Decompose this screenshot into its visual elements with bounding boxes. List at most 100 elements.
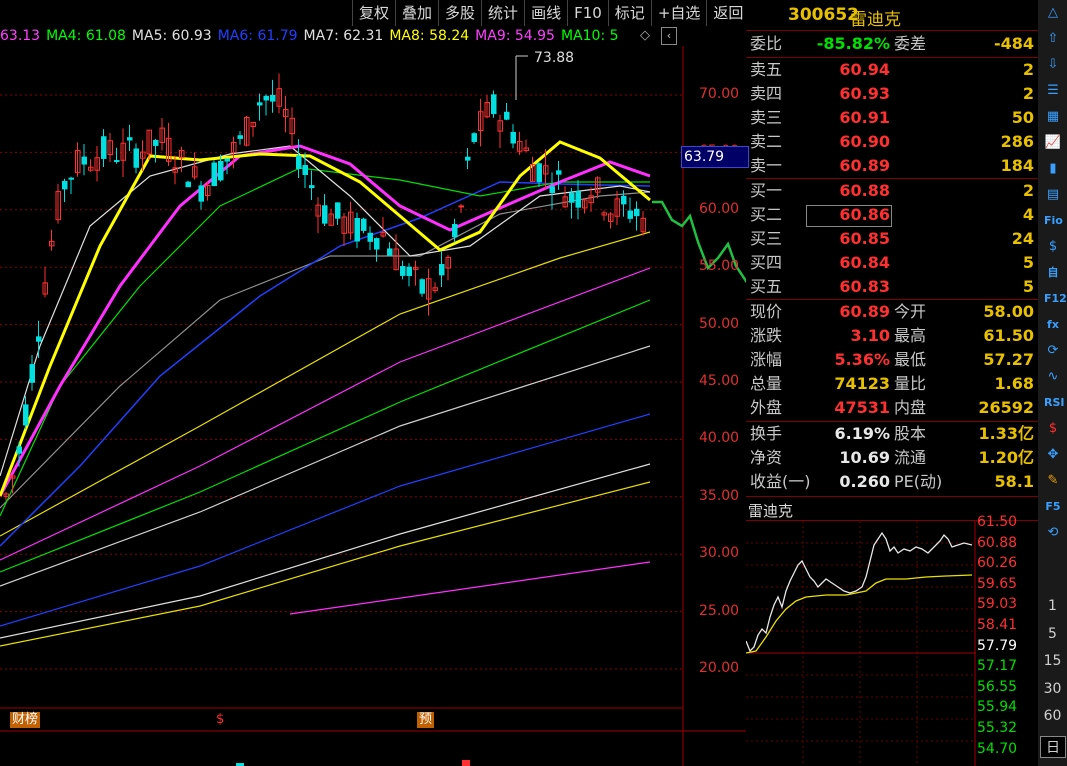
period-button[interactable]: 1	[1038, 598, 1067, 614]
arrow-down-icon[interactable]: ⇩	[1044, 56, 1062, 74]
period-button[interactable]: 30	[1038, 681, 1067, 697]
scroll-arrow-icon[interactable]: ‹	[661, 27, 677, 45]
y-tick-label: 20.00	[699, 660, 740, 676]
chart-toolbar: 复权 叠加 多股 统计 画线 F10 标记 +自选 返回	[352, 0, 746, 26]
candle	[452, 224, 458, 238]
toolbar-btn-4[interactable]: 画线	[524, 0, 567, 26]
dollar-doc-icon[interactable]: $	[1044, 238, 1062, 256]
toolbar-btn-1[interactable]: 叠加	[395, 0, 438, 26]
arrow-up-icon[interactable]: ⇧	[1044, 30, 1062, 48]
y-tick-label: 35.00	[699, 487, 740, 504]
candle	[302, 165, 308, 176]
y-tick-label: 70.00	[699, 86, 740, 102]
marker-dollar[interactable]: $	[216, 712, 224, 728]
fx-icon[interactable]: fx	[1044, 316, 1062, 334]
toolbar-btn-3[interactable]: 统计	[481, 0, 524, 26]
toolbar-btn-2[interactable]: 多股	[438, 0, 481, 26]
ma-line	[0, 299, 651, 573]
doc-icon[interactable]: ▤	[1044, 186, 1062, 204]
candle	[491, 94, 497, 115]
candle	[471, 133, 477, 142]
candle	[29, 364, 35, 383]
forecast-line	[652, 200, 746, 284]
quote-row: 换手 6.19% 股本 1.33亿	[750, 424, 1034, 443]
stock-code: 300652	[788, 5, 859, 25]
kline-chart[interactable]: 73.88	[0, 46, 746, 766]
mini-tick-label: 56.55	[977, 678, 1018, 695]
ma-legend-item: MA10: 5	[560, 28, 619, 44]
toolbar-btn-6[interactable]: 标记	[607, 0, 651, 26]
candle	[257, 102, 263, 106]
marker-yu[interactable]: 预	[417, 712, 435, 728]
asks-row: 卖一 60.89 184	[750, 156, 1034, 175]
candle	[549, 186, 555, 193]
rsi-icon[interactable]: RSI	[1044, 394, 1065, 412]
candle	[504, 111, 510, 120]
mini-tick-label: 54.70	[977, 740, 1018, 757]
mini-chart-title: 雷迪克	[748, 502, 794, 520]
trend-icon[interactable]: 📈	[1044, 134, 1062, 152]
candle	[634, 208, 640, 217]
candle	[322, 205, 328, 224]
toolbar-btn-5[interactable]: F10	[567, 0, 608, 26]
ma-legend-item: MA5: 60.93	[131, 28, 212, 44]
f12-icon[interactable]: F12	[1044, 290, 1067, 308]
mini-tick-label: 55.32	[977, 720, 1018, 736]
candle	[367, 232, 373, 242]
candle-icon[interactable]: ▮	[1044, 160, 1062, 178]
toolbar-btn-8[interactable]: 返回	[706, 0, 749, 26]
candle	[335, 202, 341, 219]
high-price-label: 73.88	[534, 50, 574, 66]
ma-legend-item: MA8: 58.24	[389, 28, 470, 44]
grid-icon[interactable]: ▦	[1044, 108, 1062, 126]
cycle-icon[interactable]: ⟲	[1044, 524, 1062, 542]
info-icon[interactable]: 自	[1044, 264, 1062, 282]
y-tick-label: 30.00	[699, 545, 740, 562]
candle	[270, 94, 276, 102]
y-tick-label: 50.00	[699, 315, 740, 332]
pencil-icon[interactable]: ✎	[1044, 472, 1062, 490]
candle	[556, 170, 562, 175]
y-tick-label: 25.00	[699, 602, 740, 619]
candle	[621, 195, 627, 205]
candle	[575, 191, 581, 208]
candle	[263, 95, 269, 101]
toolbar-btn-0[interactable]: 复权	[352, 0, 395, 26]
dollar-icon[interactable]: $	[1044, 420, 1062, 438]
candle	[458, 205, 464, 208]
ma-line	[0, 191, 651, 509]
candle	[218, 160, 224, 181]
period-button[interactable]: 日	[1040, 735, 1066, 758]
quote-row: 涨幅 5.36% 最低 57.27	[750, 350, 1034, 369]
marker-caibang[interactable]: 财榜	[10, 712, 41, 728]
candle	[81, 156, 87, 165]
move-icon[interactable]: ✥	[1044, 446, 1062, 464]
refresh-icon[interactable]: ⟳	[1044, 342, 1062, 360]
period-button[interactable]: 15	[1038, 653, 1067, 669]
candle	[569, 192, 575, 203]
up-triangle-icon[interactable]: △	[1044, 4, 1062, 22]
ma-legend: 63.13 MA4: 61.08 MA5: 60.93 MA6: 61.79 MA7: …	[0, 26, 660, 46]
f10-icon[interactable]: Fio	[1044, 212, 1063, 230]
candle	[16, 446, 22, 454]
candle	[133, 148, 139, 168]
legend-settings-icon[interactable]: ◇	[640, 28, 650, 43]
asks-row: 卖五 60.94 2	[750, 60, 1034, 79]
candle	[419, 279, 425, 294]
period-button[interactable]: 60	[1038, 708, 1067, 724]
weibi-row: 委比 -85.82% 委差 -484	[750, 34, 1034, 53]
candle	[68, 177, 74, 180]
wave-icon[interactable]: ∿	[1044, 368, 1062, 386]
candle	[101, 136, 107, 159]
candle	[23, 404, 29, 426]
asks-row: 卖三 60.91 50	[750, 108, 1034, 127]
candle	[309, 185, 315, 189]
period-button[interactable]: 5	[1038, 626, 1067, 642]
candle	[354, 218, 360, 242]
intraday-chart[interactable]	[746, 521, 976, 766]
bids-row: 买五 60.83 5	[750, 277, 1034, 296]
f5-icon[interactable]: F5	[1044, 498, 1062, 516]
list-icon[interactable]: ☰	[1044, 82, 1062, 100]
toolbar-btn-7[interactable]: +自选	[650, 0, 707, 26]
ma-legend-item: MA4: 61.08	[46, 28, 126, 44]
